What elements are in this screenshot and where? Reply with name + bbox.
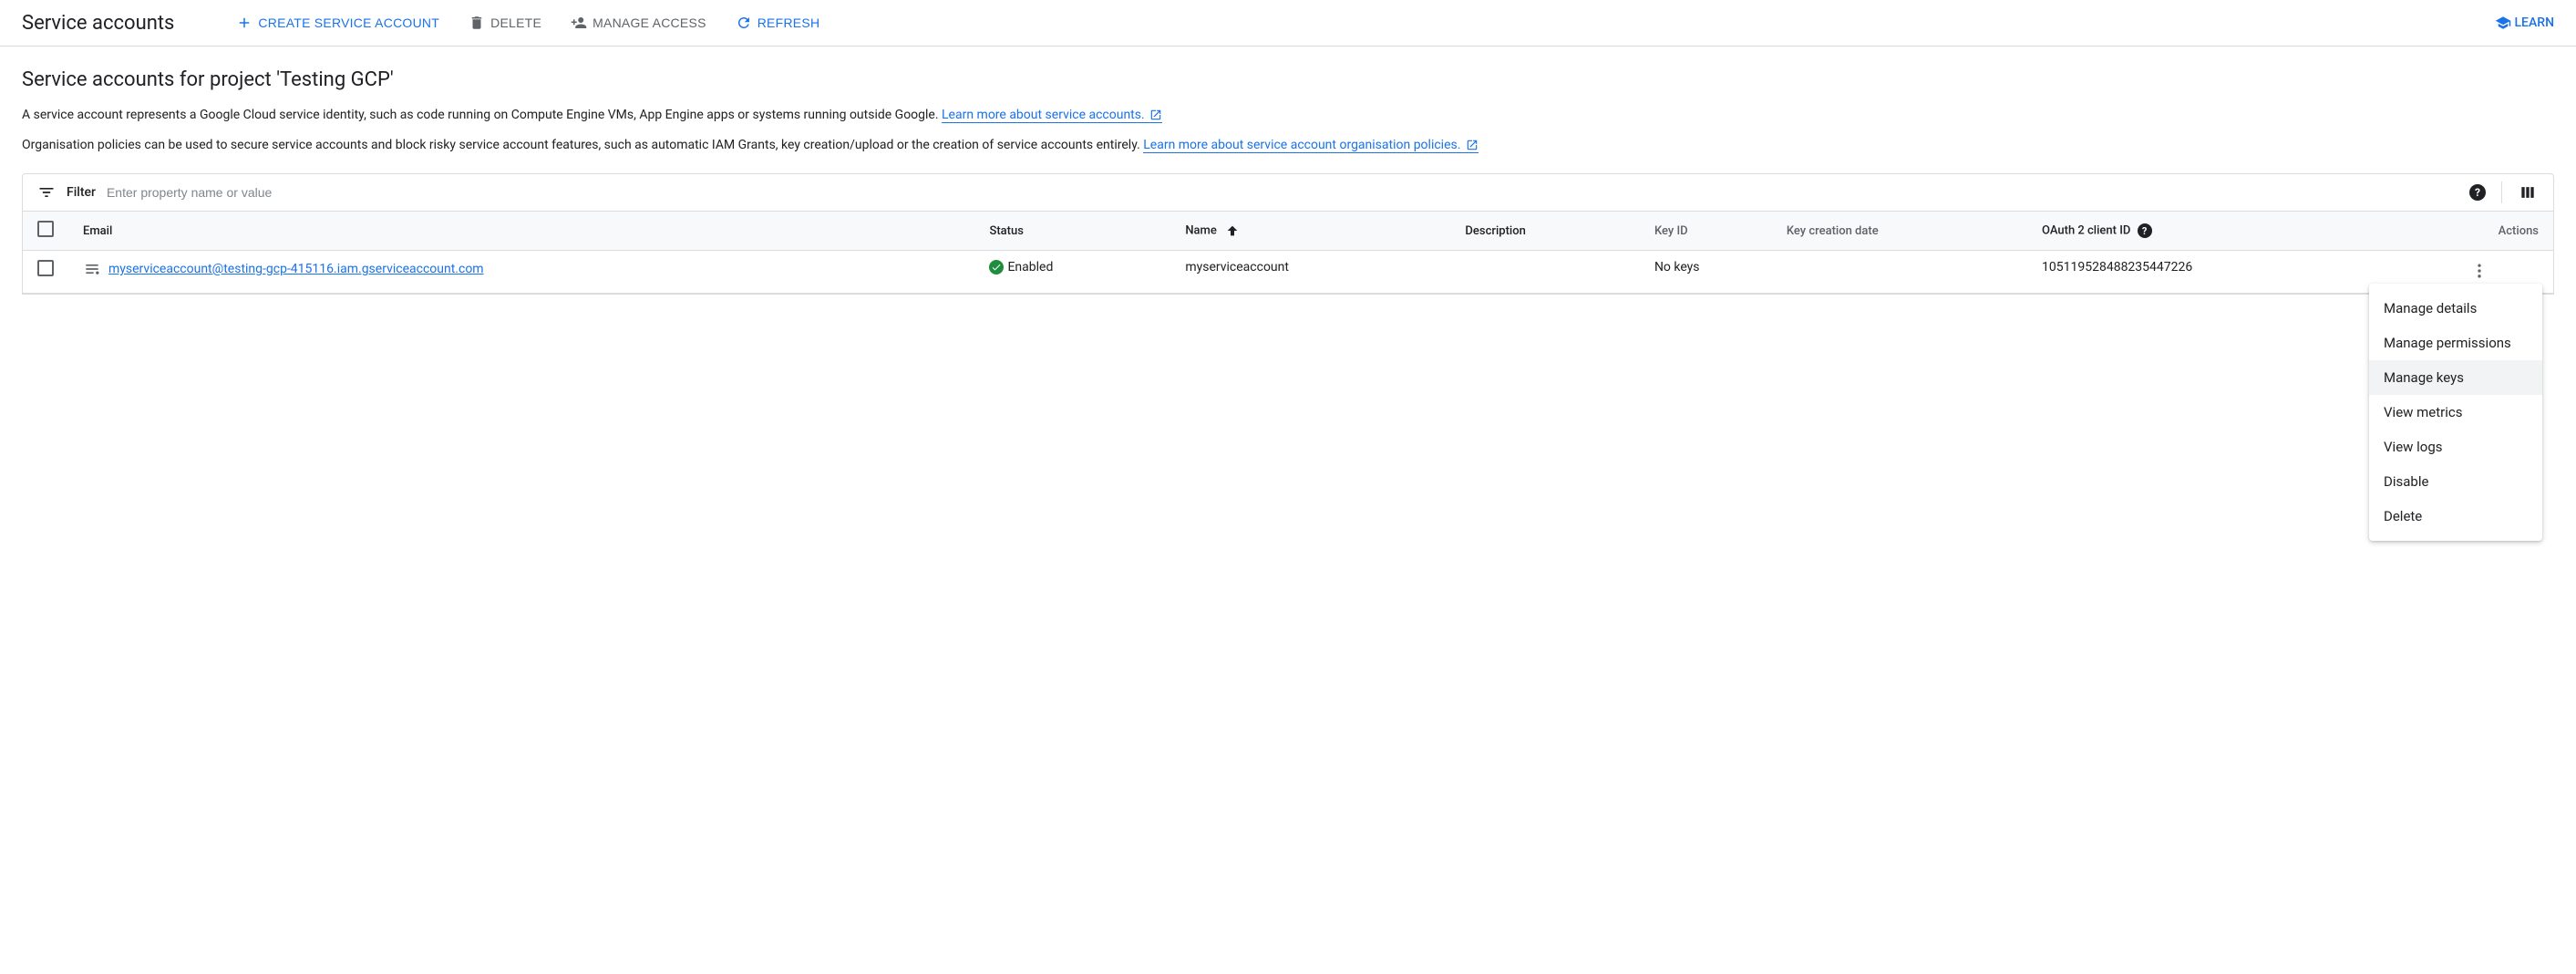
delete-button[interactable]: DELETE <box>458 7 552 38</box>
learn-label: LEARN <box>2515 16 2555 30</box>
filter-icon <box>37 183 56 202</box>
menu-item-manage-details[interactable]: Manage details <box>2369 291 2542 326</box>
section-heading: Service accounts for project 'Testing GC… <box>22 68 2554 91</box>
divider <box>2501 181 2502 203</box>
header-name-label: Name <box>1185 223 1217 237</box>
manage-access-label: MANAGE ACCESS <box>592 16 706 30</box>
service-account-icon <box>83 260 101 278</box>
sort-ascending-icon <box>1225 223 1240 237</box>
trash-icon <box>469 15 485 31</box>
filter-help-icon[interactable]: ? <box>2465 181 2487 203</box>
refresh-icon <box>736 15 752 31</box>
table-row: myserviceaccount@testing-gcp-415116.iam.… <box>23 251 2553 294</box>
header-status[interactable]: Status <box>974 212 1170 251</box>
menu-item-manage-permissions[interactable]: Manage permissions <box>2369 326 2542 360</box>
header-key-id[interactable]: Key ID <box>1640 212 1772 251</box>
filter-actions: ? <box>2465 181 2539 203</box>
desc1-link-text: Learn more about service accounts. <box>942 108 1145 122</box>
cell-actions: Manage detailsManage permissionsManage k… <box>2406 251 2553 294</box>
page-title: Service accounts <box>22 12 174 35</box>
cell-name: myserviceaccount <box>1170 251 1450 294</box>
filter-input[interactable] <box>107 185 2454 200</box>
menu-item-delete[interactable]: Delete <box>2369 499 2542 534</box>
column-display-icon[interactable] <box>2517 181 2539 203</box>
oauth-help-icon[interactable]: ? <box>2138 223 2152 238</box>
cell-description <box>1450 251 1640 294</box>
header-actions: Actions <box>2406 212 2553 251</box>
service-accounts-table: Email Status Name Description Key ID Key… <box>23 212 2553 294</box>
table-container: Filter ? Email Status <box>22 173 2554 295</box>
description-2: Organisation policies can be used to sec… <box>22 136 2554 155</box>
status-text: Enabled <box>1007 260 1053 275</box>
refresh-button[interactable]: REFRESH <box>725 7 831 38</box>
row-checkbox[interactable] <box>37 260 54 276</box>
email-link[interactable]: myserviceaccount@testing-gcp-415116.iam.… <box>108 262 484 276</box>
desc1-text: A service account represents a Google Cl… <box>22 108 942 122</box>
menu-item-manage-keys[interactable]: Manage keys <box>2369 360 2542 395</box>
create-service-account-button[interactable]: CREATE SERVICE ACCOUNT <box>225 7 450 38</box>
toolbar: Service accounts CREATE SERVICE ACCOUNT … <box>0 0 2576 47</box>
menu-item-disable[interactable]: Disable <box>2369 464 2542 499</box>
header-oauth-label: OAuth 2 client ID <box>2042 224 2130 238</box>
graduation-cap-icon <box>2495 15 2511 31</box>
cell-key-date <box>1772 251 2027 294</box>
header-email[interactable]: Email <box>68 212 974 251</box>
learn-button[interactable]: LEARN <box>2495 15 2555 31</box>
menu-item-view-metrics[interactable]: View metrics <box>2369 395 2542 430</box>
row-actions-menu-button[interactable] <box>2468 260 2490 282</box>
header-name[interactable]: Name <box>1170 212 1450 251</box>
header-key-date[interactable]: Key creation date <box>1772 212 2027 251</box>
cell-key-id: No keys <box>1640 251 1772 294</box>
row-checkbox-cell <box>23 251 68 294</box>
menu-item-view-logs[interactable]: View logs <box>2369 430 2542 464</box>
learn-more-service-accounts-link[interactable]: Learn more about service accounts. <box>942 108 1162 123</box>
external-link-icon <box>1466 139 1479 151</box>
plus-icon <box>236 15 252 31</box>
select-all-checkbox[interactable] <box>37 221 54 237</box>
desc2-text: Organisation policies can be used to sec… <box>22 138 1143 152</box>
header-checkbox-cell <box>23 212 68 251</box>
external-link-icon <box>1149 109 1162 121</box>
desc2-link-text: Learn more about service account organis… <box>1143 138 1460 152</box>
actions-dropdown-menu: Manage detailsManage permissionsManage k… <box>2369 284 2542 541</box>
cell-status: Enabled <box>974 251 1170 294</box>
table-header-row: Email Status Name Description Key ID Key… <box>23 212 2553 251</box>
header-oauth[interactable]: OAuth 2 client ID ? <box>2027 212 2406 251</box>
create-label: CREATE SERVICE ACCOUNT <box>258 16 439 30</box>
description-1: A service account represents a Google Cl… <box>22 106 2554 125</box>
person-add-icon <box>571 15 587 31</box>
content-area: Service accounts for project 'Testing GC… <box>0 47 2576 316</box>
cell-email: myserviceaccount@testing-gcp-415116.iam.… <box>68 251 974 294</box>
filter-label: Filter <box>67 185 96 200</box>
learn-more-org-policies-link[interactable]: Learn more about service account organis… <box>1143 138 1479 153</box>
header-description[interactable]: Description <box>1450 212 1640 251</box>
manage-access-button[interactable]: MANAGE ACCESS <box>560 7 717 38</box>
cell-oauth: 105119528488235447226 <box>2027 251 2406 294</box>
status-enabled-icon <box>989 260 1004 275</box>
delete-label: DELETE <box>490 16 541 30</box>
filter-bar: Filter ? <box>23 174 2553 212</box>
refresh-label: REFRESH <box>757 16 820 30</box>
